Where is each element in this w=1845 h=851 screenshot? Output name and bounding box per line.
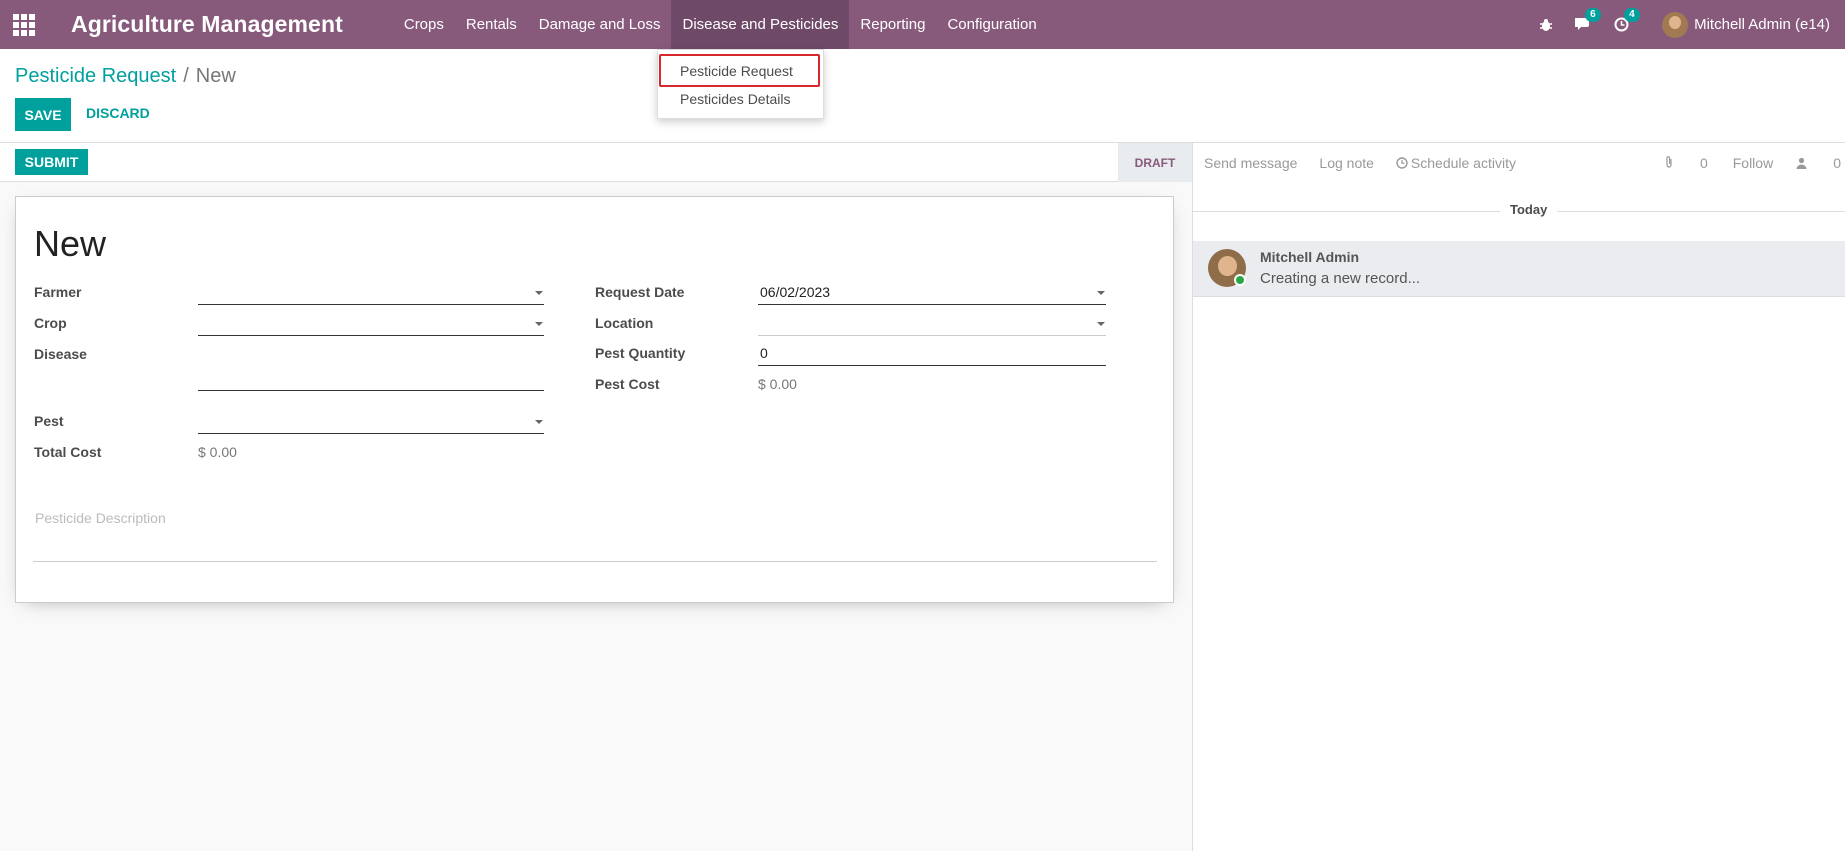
schedule-activity-label: Schedule activity xyxy=(1410,154,1516,171)
submit-button[interactable]: SUBMIT xyxy=(15,149,88,175)
pest-field[interactable] xyxy=(198,410,544,434)
pesticide-description-field[interactable]: Pesticide Description xyxy=(35,510,166,526)
online-status-icon xyxy=(1234,274,1246,286)
followers-button[interactable]: 0 xyxy=(1796,155,1843,171)
pest-quantity-label: Pest Quantity xyxy=(595,345,686,361)
menu-disease-and-pesticides[interactable]: Disease and Pesticides xyxy=(671,0,850,49)
pest-cost-label: Pest Cost xyxy=(595,376,660,392)
dropdown-item-pesticides-details[interactable]: Pesticides Details xyxy=(680,91,791,107)
activities-clock-icon[interactable]: 4 xyxy=(1614,8,1640,32)
apps-menu-icon[interactable] xyxy=(12,13,36,37)
send-message-button[interactable]: Send message xyxy=(1204,155,1308,171)
discard-button[interactable]: DISCARD xyxy=(86,105,150,121)
user-menu[interactable]: Mitchell Admin (e14) xyxy=(1662,11,1830,38)
disease-pesticides-dropdown: Pesticide Request Pesticides Details xyxy=(657,49,824,119)
pest-quantity-field[interactable]: 0 xyxy=(758,342,1106,366)
user-avatar xyxy=(1662,11,1689,38)
form-statusbar: SUBMIT DRAFT xyxy=(0,143,1192,182)
systray: 6 4 Mitchell Admin (e14) xyxy=(1528,0,1845,49)
top-navbar: Agriculture Management Crops Rentals Dam… xyxy=(0,0,1845,49)
paperclip-icon xyxy=(1666,156,1672,168)
breadcrumb-separator: / xyxy=(183,65,189,87)
description-underline xyxy=(33,561,1157,562)
breadcrumb-parent-link[interactable]: Pesticide Request xyxy=(15,65,176,88)
menu-rentals[interactable]: Rentals xyxy=(455,0,528,49)
pest-cost-value: $ 0.00 xyxy=(758,376,797,392)
attachments-button[interactable]: 0 xyxy=(1664,155,1710,171)
request-date-label: Request Date xyxy=(595,284,685,300)
form-sheet: New Farmer Crop Disease Pest Total Cost … xyxy=(15,196,1174,603)
chatter-actions-right: 0 Follow 0 xyxy=(1641,143,1845,182)
message-body: Creating a new record... xyxy=(1260,270,1421,287)
schedule-activity-button[interactable]: Schedule activity xyxy=(1396,155,1527,171)
log-note-button[interactable]: Log note xyxy=(1319,155,1385,171)
followers-count: 0 xyxy=(1833,154,1841,171)
user-icon xyxy=(1796,157,1807,169)
clock-icon xyxy=(1396,156,1408,169)
form-area: SUBMIT DRAFT New Farmer Crop Disease Pes… xyxy=(0,143,1192,851)
control-panel: Pesticide Request / New SAVE DISCARD xyxy=(0,49,1845,143)
user-name: Mitchell Admin (e14) xyxy=(1694,16,1830,33)
disease-field[interactable] xyxy=(198,367,544,391)
request-date-field[interactable]: 06/02/2023 xyxy=(758,281,1106,305)
menu-reporting[interactable]: Reporting xyxy=(849,0,936,49)
messages-badge: 6 xyxy=(1585,8,1601,22)
app-brand[interactable]: Agriculture Management xyxy=(71,11,343,38)
breadcrumb: Pesticide Request / New xyxy=(15,65,236,88)
total-cost-label: Total Cost xyxy=(34,444,102,460)
location-label: Location xyxy=(595,315,654,331)
date-separator-label: Today xyxy=(1500,202,1558,217)
record-title: New xyxy=(34,223,107,264)
activities-badge: 4 xyxy=(1624,8,1640,22)
farmer-field[interactable] xyxy=(198,281,544,305)
follow-button[interactable]: Follow xyxy=(1733,155,1773,171)
breadcrumb-current: New xyxy=(195,65,236,87)
dropdown-item-pesticide-request[interactable]: Pesticide Request xyxy=(680,63,793,79)
crop-label: Crop xyxy=(34,315,67,331)
chatter-panel: Send message Log note Schedule activity … xyxy=(1192,143,1845,851)
debug-bug-icon[interactable] xyxy=(1539,18,1553,32)
disease-label: Disease xyxy=(34,346,87,362)
menu-crops[interactable]: Crops xyxy=(393,0,455,49)
messages-icon[interactable]: 6 xyxy=(1575,8,1601,32)
location-field[interactable] xyxy=(758,312,1106,336)
status-draft[interactable]: DRAFT xyxy=(1118,143,1192,182)
crop-field[interactable] xyxy=(198,312,544,336)
attachments-count: 0 xyxy=(1699,154,1708,171)
pest-label: Pest xyxy=(34,413,64,429)
total-cost-value: $ 0.00 xyxy=(198,444,237,460)
chatter-message: Mitchell Admin Creating a new record... xyxy=(1193,241,1845,297)
farmer-label: Farmer xyxy=(34,284,82,300)
menu-damage-and-loss[interactable]: Damage and Loss xyxy=(528,0,672,49)
save-button[interactable]: SAVE xyxy=(15,98,71,131)
message-author[interactable]: Mitchell Admin xyxy=(1260,249,1359,265)
main-menu: Crops Rentals Damage and Loss Disease an… xyxy=(393,0,1048,49)
menu-configuration[interactable]: Configuration xyxy=(936,0,1047,49)
